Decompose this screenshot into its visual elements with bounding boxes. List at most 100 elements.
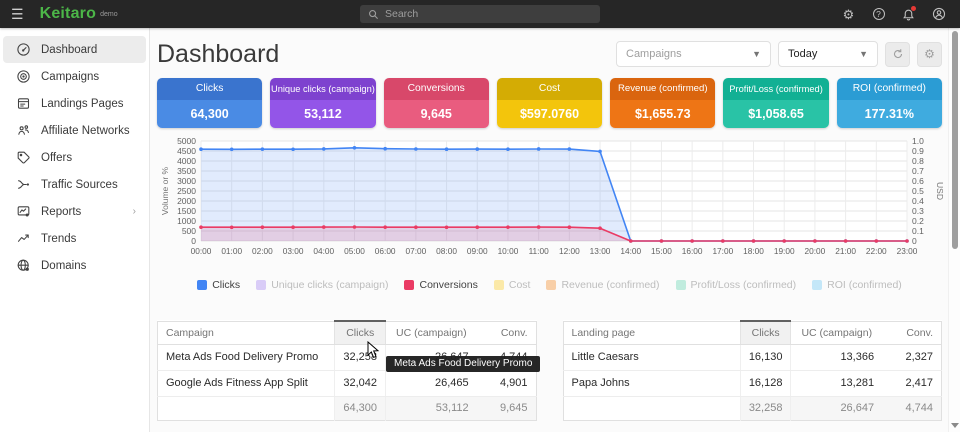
report-chart-icon [15,204,31,220]
target-icon [15,69,31,85]
legend-swatch [197,280,207,290]
legend-item-unique-clicks[interactable]: Unique clicks (campaign) [256,279,388,291]
legend-label: Conversions [419,279,477,291]
svg-text:3500: 3500 [177,166,196,176]
legend-item-conversions[interactable]: Conversions [404,279,477,291]
svg-text:05:00: 05:00 [344,246,365,256]
page-icon [15,96,31,112]
stat-card-roi[interactable]: ROI (confirmed)177.31% [837,78,942,128]
topbar: ☰ Keitaro demo ⚙ ? [0,0,960,28]
svg-text:19:00: 19:00 [774,246,795,256]
legend-item-revenue[interactable]: Revenue (confirmed) [546,279,659,291]
campaign-name-cell[interactable]: Meta Ads Food Delivery Promo [158,344,335,370]
column-header-landing-page[interactable]: Landing page [563,321,740,344]
global-search[interactable] [360,5,600,23]
sidebar-item-traffic-sources[interactable]: Traffic Sources [3,171,146,198]
sidebar-item-affiliate-networks[interactable]: Affiliate Networks [3,117,146,144]
legend-item-clicks[interactable]: Clicks [197,279,240,291]
svg-text:21:00: 21:00 [835,246,856,256]
svg-text:06:00: 06:00 [375,246,396,256]
svg-text:0.4: 0.4 [912,196,924,206]
page-scrollbar[interactable] [948,28,960,432]
svg-text:09:00: 09:00 [467,246,488,256]
chart-legend: Clicks Unique clicks (campaign) Conversi… [157,279,942,291]
landing-name-cell[interactable]: Little Caesars [563,344,740,370]
gear-icon: ⚙ [924,47,935,61]
sidebar: Dashboard Campaigns Landings Pages Affil… [0,28,150,432]
legend-swatch [256,280,266,290]
svg-text:2500: 2500 [177,186,196,196]
account-icon[interactable] [931,7,946,22]
svg-text:0.6: 0.6 [912,176,924,186]
sidebar-item-campaigns[interactable]: Campaigns [3,63,146,90]
campaign-name-cell[interactable]: Google Ads Fitness App Split [158,370,335,396]
column-header-uc[interactable]: UC (campaign) [386,321,477,344]
column-header-uc[interactable]: UC (campaign) [791,321,882,344]
stat-card-title: ROI (confirmed) [837,78,942,100]
table-header-row: Landing page Clicks UC (campaign) Conv. [563,321,942,344]
scrollbar-thumb[interactable] [952,31,958,249]
campaigns-filter-select[interactable]: Campaigns ▼ [616,41,771,67]
legend-item-cost[interactable]: Cost [494,279,531,291]
traffic-chart-canvas: 0500100015002000250030003500400045005000… [157,137,943,267]
svg-text:5000: 5000 [177,137,196,146]
help-icon[interactable]: ? [871,7,886,22]
table-row[interactable]: Little Caesars 16,130 13,366 2,327 [563,344,942,370]
svg-text:22:00: 22:00 [866,246,887,256]
stat-card-profit-loss[interactable]: Profit/Loss (confirmed)$1,058.65 [723,78,828,128]
landing-name-cell[interactable]: Papa Johns [563,370,740,396]
sidebar-item-dashboard[interactable]: Dashboard [3,36,146,63]
traffic-split-icon [15,177,31,193]
legend-item-profit-loss[interactable]: Profit/Loss (confirmed) [676,279,797,291]
sidebar-item-label: Trends [41,233,76,245]
table-totals-row: 32,258 26,647 4,744 [563,396,942,420]
svg-text:0.5: 0.5 [912,186,924,196]
svg-text:0.3: 0.3 [912,206,924,216]
svg-text:11:00: 11:00 [529,246,550,256]
stat-card-value: 53,112 [270,100,375,128]
stat-card-revenue[interactable]: Revenue (confirmed)$1,655.73 [610,78,715,128]
refresh-button[interactable] [885,42,910,67]
svg-text:1000: 1000 [177,216,196,226]
sidebar-item-landings-pages[interactable]: Landings Pages [3,90,146,117]
legend-swatch [812,280,822,290]
svg-text:17:00: 17:00 [712,246,733,256]
svg-text:Volume or %: Volume or % [160,166,170,215]
sidebar-item-offers[interactable]: Offers [3,144,146,171]
main-content: Dashboard Campaigns ▼ Today ▼ ⚙ Clicks64… [150,28,948,432]
stat-card-clicks[interactable]: Clicks64,300 [157,78,262,128]
table-row[interactable]: Google Ads Fitness App Split 32,042 26,4… [158,370,537,396]
legend-item-roi[interactable]: ROI (confirmed) [812,279,902,291]
date-range-select[interactable]: Today ▼ [778,41,878,67]
traffic-chart: 0500100015002000250030003500400045005000… [157,137,942,291]
sidebar-item-reports[interactable]: Reports › [3,198,146,225]
sidebar-item-domains[interactable]: Domains [3,252,146,279]
column-header-conv[interactable]: Conv. [882,321,941,344]
stat-card-conversions[interactable]: Conversions9,645 [384,78,489,128]
legend-label: Clicks [212,279,240,291]
svg-text:02:00: 02:00 [252,246,273,256]
svg-text:0.9: 0.9 [912,146,924,156]
stat-card-value: $1,655.73 [610,100,715,128]
notifications-bell-icon[interactable] [901,7,916,22]
keitaro-logo[interactable]: Keitaro [40,5,97,23]
column-header-conv[interactable]: Conv. [477,321,536,344]
people-icon [15,123,31,139]
table-row[interactable]: Papa Johns 16,128 13,281 2,417 [563,370,942,396]
svg-text:01:00: 01:00 [221,246,242,256]
column-header-clicks-sorted[interactable]: Clicks [740,321,791,344]
menu-hamburger-icon[interactable]: ☰ [11,7,24,21]
search-input[interactable] [385,8,585,20]
settings-gear-icon[interactable]: ⚙ [841,7,856,22]
svg-text:20:00: 20:00 [805,246,826,256]
stat-card-cost[interactable]: Cost$597.0760 [497,78,602,128]
scrollbar-down-arrow[interactable] [951,423,959,428]
chevron-down-icon: ▼ [752,49,761,59]
column-header-campaign[interactable]: Campaign [158,321,335,344]
dashboard-gauge-icon [15,42,31,58]
legend-swatch [676,280,686,290]
stat-card-unique-clicks[interactable]: Unique clicks (campaign)53,112 [270,78,375,128]
dashboard-settings-button[interactable]: ⚙ [917,42,942,67]
sidebar-item-trends[interactable]: Trends [3,225,146,252]
svg-text:0.8: 0.8 [912,156,924,166]
